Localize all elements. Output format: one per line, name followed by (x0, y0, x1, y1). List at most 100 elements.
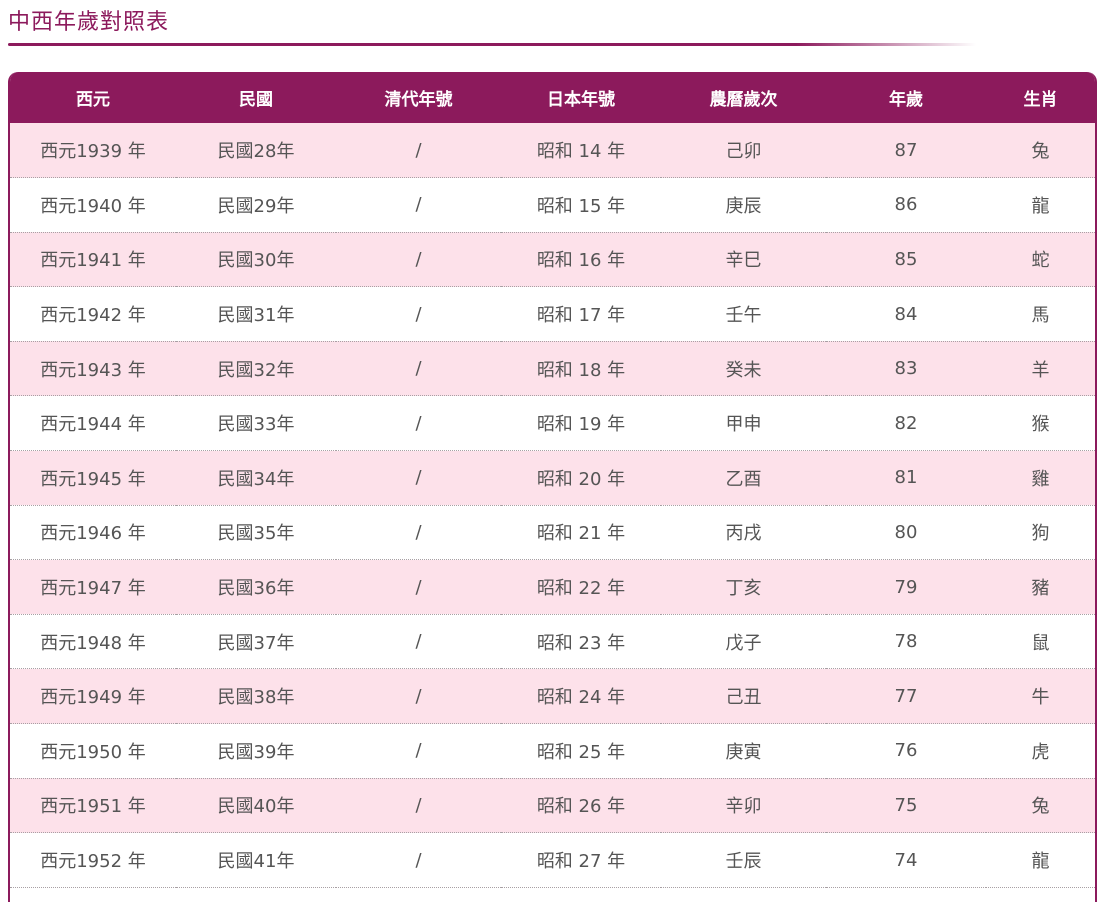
title-divider (8, 37, 1096, 47)
cell-minguo-year: 民國40年 (176, 778, 336, 834)
cell-minguo-year: 民國31年 (176, 286, 336, 342)
cell-qing-era: / (336, 559, 501, 615)
cell-qing-era: / (336, 286, 501, 342)
cell-age: 79 (826, 559, 986, 615)
cell-lunar-year: 己丑 (661, 668, 826, 725)
cell-age: 78 (826, 614, 986, 670)
cell-japanese-era: 昭和 18 年 (501, 341, 661, 397)
cell-zodiac: 豬 (986, 559, 1095, 615)
cell-minguo-year: 民國30年 (176, 232, 336, 288)
header-zodiac: 生肖 (1023, 90, 1058, 110)
page-title: 中西年歲對照表 (8, 10, 170, 35)
cell-age: 85 (826, 232, 986, 288)
table-row: 西元1950 年民國39年 / 昭和 25 年庚寅 76 虎 (10, 723, 1095, 779)
cell-qing-era: / (336, 614, 501, 670)
cell-western-year: 西元1949 年 (10, 668, 176, 725)
table-row: 西元1942 年民國31年 / 昭和 17 年壬午 84 馬 (10, 286, 1095, 342)
cell-age: 87 (826, 123, 986, 179)
year-conversion-table: 西元 民國 清代年號 日本年號 農曆歲次 年歲 生肖 西元1939 年民國28年… (10, 72, 1095, 888)
cell-lunar-year: 癸未 (661, 341, 826, 397)
cell-japanese-era: 昭和 25 年 (501, 723, 661, 779)
cell-qing-era: / (336, 778, 501, 834)
cell-minguo-year: 民國33年 (176, 395, 336, 452)
table-row: 西元1940 年民國29年 / 昭和 15 年庚辰 86 龍 (10, 177, 1095, 233)
cell-western-year: 西元1940 年 (10, 177, 176, 233)
header-lunar-year: 農曆歲次 (709, 90, 778, 110)
cell-age: 76 (826, 723, 986, 779)
cell-age: 84 (826, 286, 986, 342)
cell-minguo-year: 民國29年 (176, 177, 336, 233)
cell-zodiac: 狗 (986, 505, 1095, 561)
cell-age: 86 (826, 177, 986, 233)
cell-minguo-year: 民國34年 (176, 450, 336, 506)
cell-qing-era: / (336, 341, 501, 397)
cell-qing-era: / (336, 232, 501, 288)
cell-japanese-era: 昭和 21 年 (501, 505, 661, 561)
table-row: 西元1941 年民國30年 / 昭和 16 年辛巳 85 蛇 (10, 232, 1095, 288)
cell-zodiac: 鼠 (986, 614, 1095, 670)
year-table-container: 西元 民國 清代年號 日本年號 農曆歲次 年歲 生肖 西元1939 年民國28年… (8, 72, 1097, 902)
header-row: 西元 民國 清代年號 日本年號 農曆歲次 年歲 生肖 (10, 72, 1095, 123)
cell-japanese-era: 昭和 20 年 (501, 450, 661, 506)
cell-zodiac: 龍 (986, 177, 1095, 233)
cell-zodiac: 雞 (986, 450, 1095, 506)
cell-age: 81 (826, 450, 986, 506)
cell-age: 77 (826, 668, 986, 725)
cell-age: 74 (826, 832, 986, 888)
cell-western-year: 西元1941 年 (10, 232, 176, 288)
cell-zodiac: 馬 (986, 286, 1095, 342)
cell-lunar-year: 庚寅 (661, 723, 826, 779)
cell-qing-era: / (336, 723, 501, 779)
cell-western-year: 西元1946 年 (10, 505, 176, 561)
cell-japanese-era: 昭和 26 年 (501, 778, 661, 834)
table-row: 西元1944 年民國33年 / 昭和 19 年甲申 82 猴 (10, 395, 1095, 452)
cell-qing-era: / (336, 668, 501, 725)
cell-qing-era: / (336, 395, 501, 452)
cell-zodiac: 牛 (986, 668, 1095, 725)
cell-lunar-year: 壬辰 (661, 832, 826, 888)
table-row: 西元1948 年民國37年 / 昭和 23 年戊子 78 鼠 (10, 614, 1095, 670)
cell-minguo-year: 民國28年 (176, 123, 336, 179)
header-minguo-year: 民國 (239, 90, 273, 110)
cell-zodiac: 兔 (986, 123, 1095, 179)
cell-western-year: 西元1945 年 (10, 450, 176, 506)
table-row: 西元1952 年民國41年 / 昭和 27 年壬辰 74 龍 (10, 832, 1095, 888)
header-age: 年歲 (889, 90, 923, 110)
table-row: 西元1945 年民國34年 / 昭和 20 年乙酉 81 雞 (10, 450, 1095, 506)
cell-western-year: 西元1952 年 (10, 832, 176, 888)
table-row: 西元1946 年民國35年 / 昭和 21 年丙戌 80 狗 (10, 505, 1095, 561)
cell-japanese-era: 昭和 23 年 (501, 614, 661, 670)
cell-western-year: 西元1951 年 (10, 778, 176, 834)
cell-western-year: 西元1948 年 (10, 614, 176, 670)
page: 中西年歲對照表 西元 民國 清代年號 日本年號 農曆歲次 年歲 生肖 西元193… (0, 0, 1103, 902)
cell-western-year: 西元1943 年 (10, 341, 176, 397)
table-row: 西元1947 年民國36年 / 昭和 22 年丁亥 79 豬 (10, 559, 1095, 615)
cell-qing-era: / (336, 832, 501, 888)
cell-qing-era: / (336, 505, 501, 561)
cell-lunar-year: 辛卯 (661, 778, 826, 834)
cell-western-year: 西元1947 年 (10, 559, 176, 615)
cell-minguo-year: 民國36年 (176, 559, 336, 615)
cell-age: 75 (826, 778, 986, 834)
header-japanese-era: 日本年號 (547, 90, 615, 110)
cell-zodiac: 猴 (986, 395, 1095, 452)
cell-lunar-year: 己卯 (661, 123, 826, 179)
cell-minguo-year: 民國37年 (176, 614, 336, 670)
cell-qing-era: / (336, 123, 501, 179)
cell-qing-era: / (336, 177, 501, 233)
cell-lunar-year: 庚辰 (661, 177, 826, 233)
cell-age: 80 (826, 505, 986, 561)
header-qing-era: 清代年號 (384, 90, 453, 110)
cell-lunar-year: 丁亥 (661, 559, 826, 615)
table-row: 西元1939 年民國28年 / 昭和 14 年己卯 87 兔 (10, 123, 1095, 179)
cell-lunar-year: 乙酉 (661, 450, 826, 506)
cell-minguo-year: 民國38年 (176, 668, 336, 725)
cell-minguo-year: 民國32年 (176, 341, 336, 397)
cell-western-year: 西元1939 年 (10, 123, 176, 179)
cell-minguo-year: 民國35年 (176, 505, 336, 561)
cell-western-year: 西元1950 年 (10, 723, 176, 779)
cell-japanese-era: 昭和 24 年 (501, 668, 661, 725)
header-western-year: 西元 (76, 90, 110, 110)
cell-zodiac: 羊 (986, 341, 1095, 397)
cell-lunar-year: 甲申 (661, 395, 826, 452)
